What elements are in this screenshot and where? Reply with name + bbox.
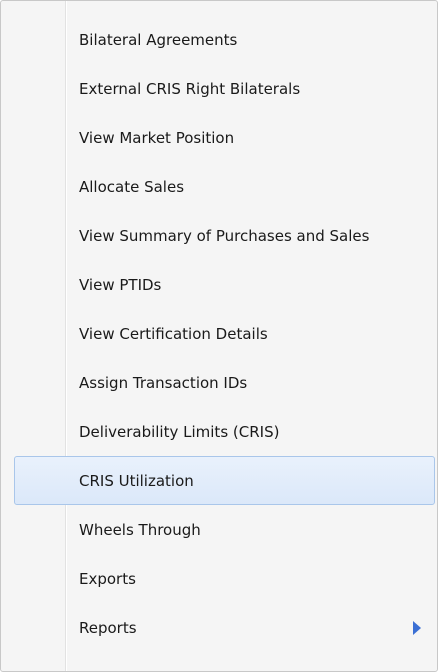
menu-item-label: Exports <box>79 569 136 588</box>
menu-item-reports[interactable]: Reports <box>1 603 437 652</box>
menu-item-view-ptids[interactable]: View PTIDs <box>1 260 437 309</box>
menu-item-label: View Summary of Purchases and Sales <box>79 226 370 245</box>
menu-item-label: Bilateral Agreements <box>79 30 238 49</box>
menu-item-label: Allocate Sales <box>79 177 185 196</box>
menu-item-allocate-sales[interactable]: Allocate Sales <box>1 162 437 211</box>
menu-item-view-summary-of-purchases-and-sales[interactable]: View Summary of Purchases and Sales <box>1 211 437 260</box>
menu-item-view-certification-details[interactable]: View Certification Details <box>1 309 437 358</box>
menu-item-label: Assign Transaction IDs <box>79 373 248 392</box>
menu-item-label: Reports <box>79 618 137 637</box>
menu-item-view-market-position[interactable]: View Market Position <box>1 113 437 162</box>
menu-item-list: Bilateral Agreements External CRIS Right… <box>1 15 437 652</box>
menu-item-assign-transaction-ids[interactable]: Assign Transaction IDs <box>1 358 437 407</box>
menu-item-bilateral-agreements[interactable]: Bilateral Agreements <box>1 15 437 64</box>
chevron-right-icon <box>413 620 421 635</box>
menu-item-cris-utilization[interactable]: CRIS Utilization <box>14 456 435 505</box>
menu-item-label: View Market Position <box>79 128 235 147</box>
menu-item-wheels-through[interactable]: Wheels Through <box>1 505 437 554</box>
context-menu: Bilateral Agreements External CRIS Right… <box>0 0 438 672</box>
menu-item-label: External CRIS Right Bilaterals <box>79 79 301 98</box>
menu-item-deliverability-limits-cris[interactable]: Deliverability Limits (CRIS) <box>1 407 437 456</box>
menu-item-label: Deliverability Limits (CRIS) <box>79 422 280 441</box>
menu-item-exports[interactable]: Exports <box>1 554 437 603</box>
menu-item-label: View Certification Details <box>79 324 268 343</box>
menu-item-label: CRIS Utilization <box>79 471 194 490</box>
menu-item-label: Wheels Through <box>79 520 201 539</box>
menu-item-external-cris-right-bilaterals[interactable]: External CRIS Right Bilaterals <box>1 64 437 113</box>
menu-item-label: View PTIDs <box>79 275 162 294</box>
